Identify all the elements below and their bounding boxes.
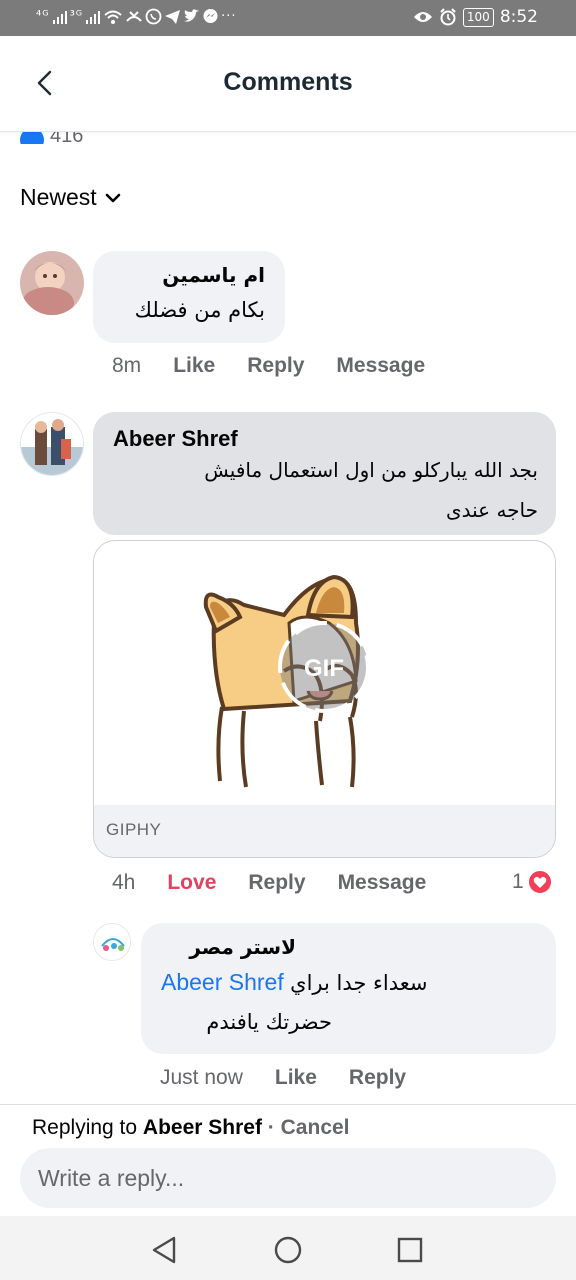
chevron-down-icon [105,193,121,202]
twitter-icon [184,9,200,22]
gif-source-label: GIPHY [106,820,162,839]
comment-actions: 4h Love Reply Message [112,871,426,895]
comments-header: Comments [0,36,576,132]
clock: 8:52 [499,7,538,27]
reaction-number: 1 [512,870,524,893]
alarm-icon [440,8,456,26]
message-button[interactable]: Message [336,354,425,378]
page-title: Comments [223,68,353,96]
more-notifications-icon: ··· [221,9,237,24]
avatar-photo [20,251,84,315]
sort-dropdown[interactable]: Newest [20,184,121,211]
network-3g-icon: ³ᴳ [69,9,84,24]
reply-time: Just now [160,1066,243,1089]
reply-text-line: Abeer Shref سعداء جدا براي [161,969,428,996]
signal-icon [52,10,67,24]
reply-input[interactable] [20,1148,556,1208]
gif-attachment[interactable]: GIF GIPHY [93,540,556,858]
reply-button[interactable]: Reply [349,1066,406,1090]
replying-to-banner: Replying to Abeer Shref · Cancel [32,1116,350,1140]
battery-icon: 100 [462,7,494,27]
mention-link[interactable]: Abeer Shref [161,969,284,995]
gif-footer: GIPHY [94,805,555,857]
status-bar: ⁴ᴳ ³ᴳ ··· 100 8:52 [0,0,576,36]
like-button[interactable]: Like [173,354,215,378]
status-icons-left: ⁴ᴳ ³ᴳ ··· [36,8,237,25]
reply-button[interactable]: Reply [247,354,304,378]
missed-call-icon [126,10,142,22]
gif-badge: GIF [304,655,344,682]
reply-bubble[interactable]: لاستر مصر Abeer Shref سعداء جدا براي حضر… [141,923,556,1054]
reply-composer: Replying to Abeer Shref · Cancel [0,1104,576,1216]
comment-actions: 8m Like Reply Message [112,354,425,378]
comment-time: 8m [112,354,142,377]
reply-text: سعداء جدا براي [290,971,428,995]
whatsapp-icon [145,8,162,25]
comment-text: بكام من فضلك [134,298,265,322]
avatar[interactable] [20,412,84,476]
avatar[interactable] [93,923,131,961]
network-4g-icon: ⁴ᴳ [36,9,50,24]
comment-text-line: حاجه عندى [445,498,538,522]
replying-prefix: Replying to [32,1116,138,1139]
comment-reaction-count[interactable]: 1 [512,869,553,895]
status-icons-right: 100 8:52 [413,7,538,27]
separator: · [267,1116,275,1139]
reply-author[interactable]: لاستر مصر [189,935,296,959]
comment-time: 4h [112,871,136,894]
reply-actions: Just now Like Reply [160,1066,406,1090]
comment-bubble[interactable]: ام ياسمين بكام من فضلك [93,251,285,343]
heart-icon [526,869,553,895]
comment-bubble[interactable]: Abeer Shref بجد الله يباركلو من اول استع… [93,412,556,535]
replying-to-name: Abeer Shref [142,1116,262,1139]
back-nav-icon[interactable] [150,1236,180,1264]
home-nav-icon[interactable] [273,1235,303,1265]
comment-text-line: بجد الله يباركلو من اول استعمال مافيش [204,458,538,482]
love-button[interactable]: Love [167,871,216,895]
cancel-button[interactable]: Cancel [281,1116,350,1139]
avatar-logo [94,924,130,960]
signal-icon [86,10,101,24]
comment-author[interactable]: ام ياسمين [162,263,265,287]
message-button[interactable]: Message [338,871,427,895]
reply-button[interactable]: Reply [248,871,305,895]
system-nav-bar [0,1216,576,1280]
recents-nav-icon[interactable] [397,1237,423,1263]
avatar[interactable] [20,251,84,315]
like-button[interactable]: Like [275,1066,317,1090]
telegram-icon [165,9,181,24]
reply-text-line: حضرتك يافندم [206,1010,332,1034]
messenger-icon [203,9,218,23]
avatar-photo [21,413,83,475]
eye-icon [413,12,432,22]
wifi-icon [104,10,122,24]
sort-label: Newest [20,184,97,210]
